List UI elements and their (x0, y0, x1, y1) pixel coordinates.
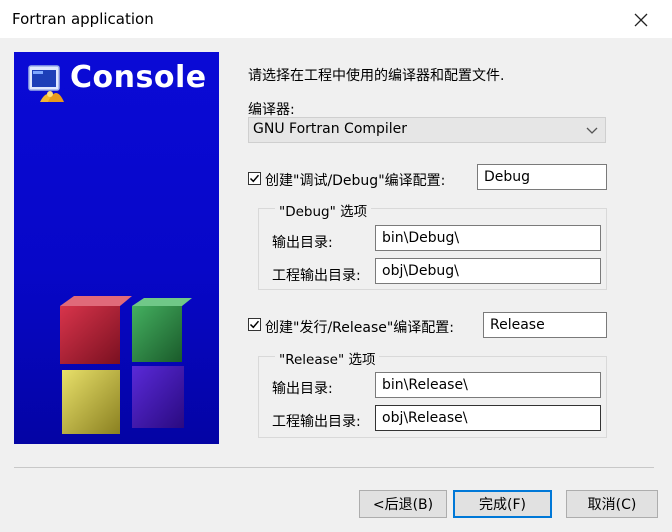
console-app-icon (28, 65, 64, 102)
debug-output-label: 输出目录: (272, 235, 333, 251)
debug-name-field[interactable] (477, 164, 607, 190)
release-checkbox[interactable] (248, 318, 261, 331)
window-title: Fortran application (12, 10, 154, 28)
finish-button[interactable]: 完成(F) (453, 490, 552, 518)
release-objects-label: 工程输出目录: (272, 414, 361, 430)
dialog-body: Console 请选择在工程中使用的编译器和配置文件. 编译器: GNU For… (0, 38, 672, 532)
intro-text: 请选择在工程中使用的编译器和配置文件. (248, 68, 505, 84)
debug-objects-field[interactable] (375, 258, 601, 284)
cubes-logo-icon (60, 296, 192, 434)
close-icon (634, 13, 648, 27)
debug-options-title: "Debug" 选项 (275, 200, 372, 220)
debug-output-field[interactable] (375, 225, 601, 251)
compiler-label: 编译器: (248, 102, 295, 118)
back-button[interactable]: <后退(B) (359, 490, 447, 518)
debug-checkbox-label: 创建"调试/Debug"编译配置: (265, 173, 446, 189)
checkmark-icon (249, 174, 260, 183)
compiler-select[interactable]: GNU Fortran Compiler (248, 117, 606, 143)
release-options-title: "Release" 选项 (275, 348, 380, 368)
release-checkbox-label: 创建"发行/Release"编译配置: (265, 320, 455, 336)
checkmark-icon (249, 320, 260, 329)
compiler-select-value: GNU Fortran Compiler (253, 121, 408, 137)
chevron-down-icon (586, 127, 598, 134)
release-objects-field[interactable] (375, 405, 601, 431)
cancel-button[interactable]: 取消(C) (566, 490, 658, 518)
release-output-label: 输出目录: (272, 381, 333, 397)
title-bar: Fortran application (0, 0, 672, 38)
debug-objects-label: 工程输出目录: (272, 268, 361, 284)
close-button[interactable] (628, 8, 654, 32)
release-output-field[interactable] (375, 372, 601, 398)
wizard-banner: Console (14, 52, 219, 444)
footer-divider (14, 467, 654, 468)
release-name-field[interactable] (483, 312, 607, 338)
debug-checkbox[interactable] (248, 172, 261, 185)
banner-title: Console (70, 60, 207, 95)
